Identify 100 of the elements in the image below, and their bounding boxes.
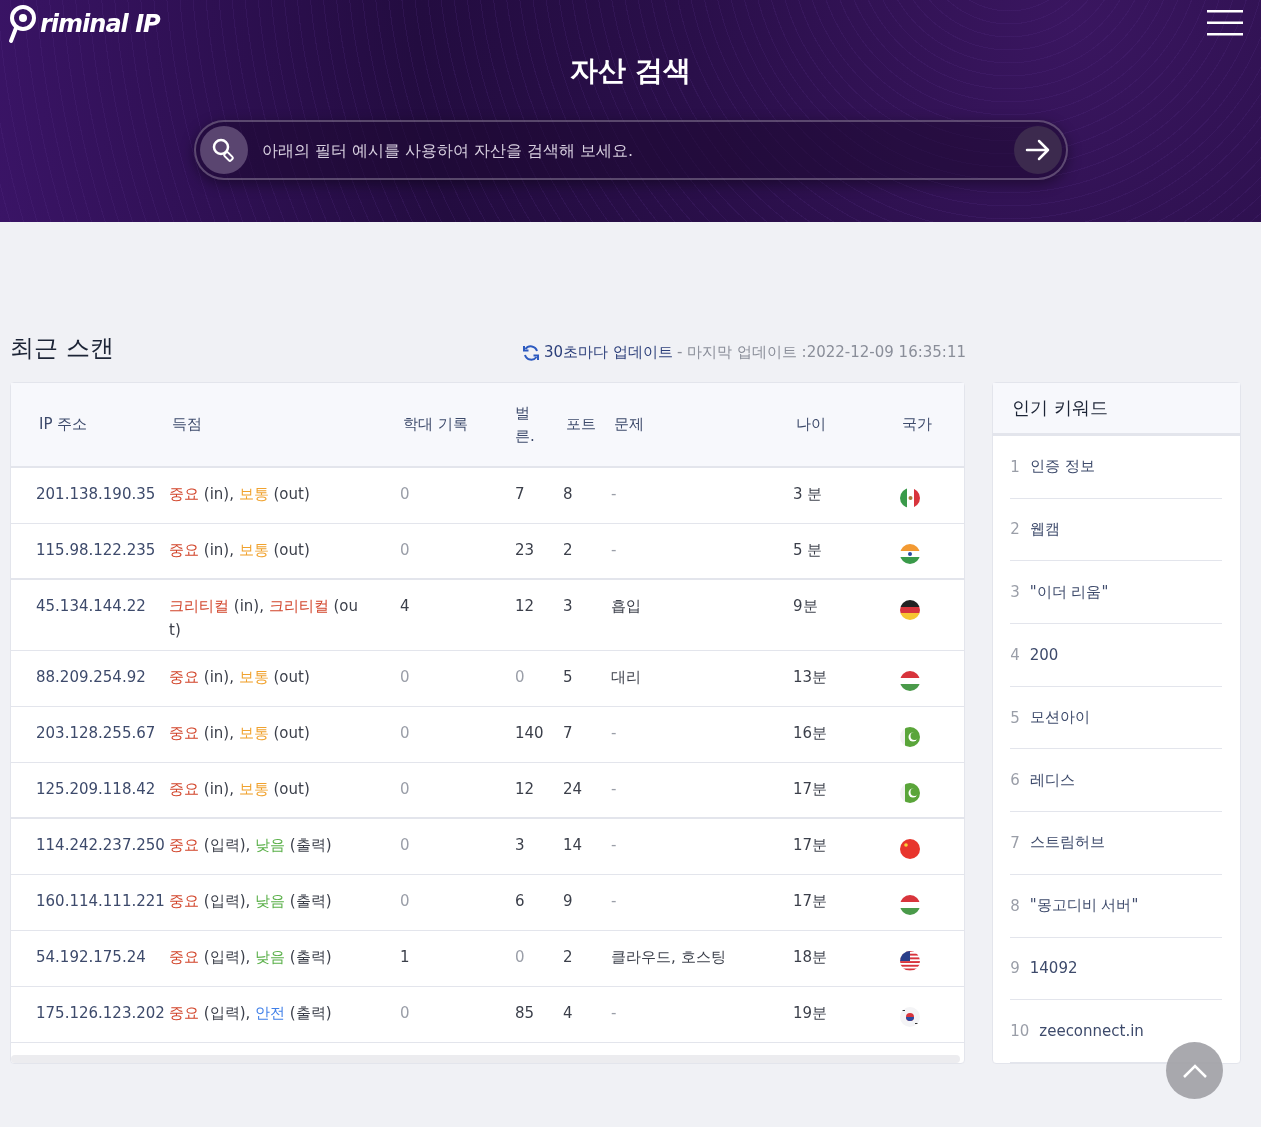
column-header: 포트 [565,415,597,434]
score-text: 중요 (in), 보통 (out) [169,723,311,744]
menu-button[interactable] [1207,10,1243,36]
keyword-item[interactable]: 7 스트림허브 [1010,812,1222,875]
ip-address: 54.192.175.24 [36,947,147,968]
score-text: 중요 (입력), 낮음 (출력) [169,891,333,912]
score-text: 중요 (in), 보통 (out) [169,779,311,800]
port-count: 5 [563,667,574,688]
ip-address: 203.128.255.67 [36,723,157,744]
age-text: 19분 [793,1003,829,1024]
ip-address: 115.98.122.235 [36,540,157,561]
abuse-count: 1 [400,947,411,968]
port-count: 3 [563,596,574,617]
score-text: 중요 (입력), 낮음 (출력) [169,947,333,968]
search-field[interactable]: 아래의 필터 예시를 사용하여 자산을 검색해 보세요. [193,120,1068,180]
port-count: 2 [563,540,574,561]
horizontal-scrollbar[interactable] [11,1055,961,1063]
age-text: 9분 [793,596,819,617]
refresh-icon [522,343,541,362]
vulnerability-count: 3 [515,835,526,856]
flag-icon [899,782,921,804]
vulnerability-count: 12 [515,779,536,800]
column-header: 학대 기록 [402,415,469,434]
keyword-item[interactable]: 6 레디스 [1010,749,1222,813]
flag-icon [899,838,921,860]
score-text: 크리티컬 (in), 크리티컬 (out) [169,596,360,641]
logo-text: riminal IP [40,10,160,38]
issue-text: 대리 [611,667,642,688]
port-count: 7 [563,723,574,744]
arrow-icon [1024,139,1051,161]
port-count: 4 [563,1003,574,1024]
ip-address: 45.134.144.22 [36,596,147,617]
vulnerability-count: 85 [515,1003,536,1024]
issue-text: - [611,1003,618,1024]
update-interval-link[interactable]: 30초마다 업데이트 [544,343,673,362]
ip-address: 201.138.190.35 [36,484,157,505]
abuse-count: 0 [400,891,411,912]
submit-arrow-button[interactable] [1013,126,1062,174]
port-count: 2 [563,947,574,968]
vulnerability-count: 7 [515,484,526,505]
port-count: 9 [563,891,574,912]
keyword-item[interactable]: 5 모션아이 [1010,686,1222,750]
port-count: 24 [563,779,584,800]
score-text: 중요 (입력), 낮음 (출력) [169,835,333,856]
age-text: 18분 [793,947,829,968]
section-title: 최근 스캔 [10,333,114,364]
age-text: 5 분 [793,540,824,561]
age-text: 17분 [793,891,829,912]
keyword-item[interactable]: 3 "이더 리움" [1010,561,1222,624]
keyword-item[interactable]: 4 200 [1010,623,1222,687]
chevron-up-icon [1181,1062,1208,1079]
age-text: 16분 [793,723,829,744]
issue-text: 흡입 [611,596,642,617]
keyword-item[interactable]: 2 웹캠 [1010,498,1222,562]
flag-icon [899,487,921,509]
keyword-item[interactable]: 1 인증 정보 [1010,435,1222,499]
abuse-count: 0 [400,835,411,856]
abuse-count: 4 [400,596,411,617]
abuse-count: 0 [400,723,411,744]
keyword-item[interactable]: 9 14092 [1010,937,1222,1001]
issue-text: - [611,723,618,744]
port-count: 8 [563,484,574,505]
last-update-text: - 마지막 업데이트 :2022-12-09 16:35:11 [676,343,966,362]
abuse-count: 0 [400,540,411,561]
score-text: 중요 (in), 보통 (out) [169,540,311,561]
vulnerability-count: 140 [515,723,545,744]
flag-icon [899,543,921,565]
score-text: 중요 (입력), 안전 (출력) [169,1003,333,1024]
age-text: 17분 [793,779,829,800]
column-header: 득점 [171,415,203,434]
issue-text: 클라우드, 호스팅 [611,947,727,968]
vulnerability-count: 23 [515,540,536,561]
abuse-count: 0 [400,667,411,688]
ip-address: 88.209.254.92 [36,667,147,688]
ip-address: 175.126.123.202 [36,1003,166,1024]
flag-icon [899,599,921,621]
vulnerability-count: 0 [515,947,526,968]
age-text: 17분 [793,835,829,856]
column-header: 벌른. [515,403,535,447]
keyword-item[interactable]: 8 "몽고디비 서버" [1010,874,1222,938]
vulnerability-count: 12 [515,596,536,617]
column-header: 국가 [901,415,933,434]
age-text: 13분 [793,667,829,688]
vulnerability-count: 6 [515,891,526,912]
flag-icon [899,670,921,692]
abuse-count: 0 [400,1003,411,1024]
ip-address: 160.114.111.221 [36,891,166,912]
abuse-count: 0 [400,484,411,505]
ip-address: 125.209.118.42 [36,779,157,800]
flag-icon [899,894,921,916]
flag-icon [899,726,921,748]
issue-text: - [611,779,618,800]
port-count: 14 [563,835,584,856]
menu-icon [1207,10,1243,36]
issue-text: - [611,891,618,912]
search-icon [199,126,248,174]
column-header: 나이 [795,415,827,434]
page-title: 자산 검색 [569,53,692,89]
abuse-count: 0 [400,779,411,800]
flag-icon [899,950,921,972]
